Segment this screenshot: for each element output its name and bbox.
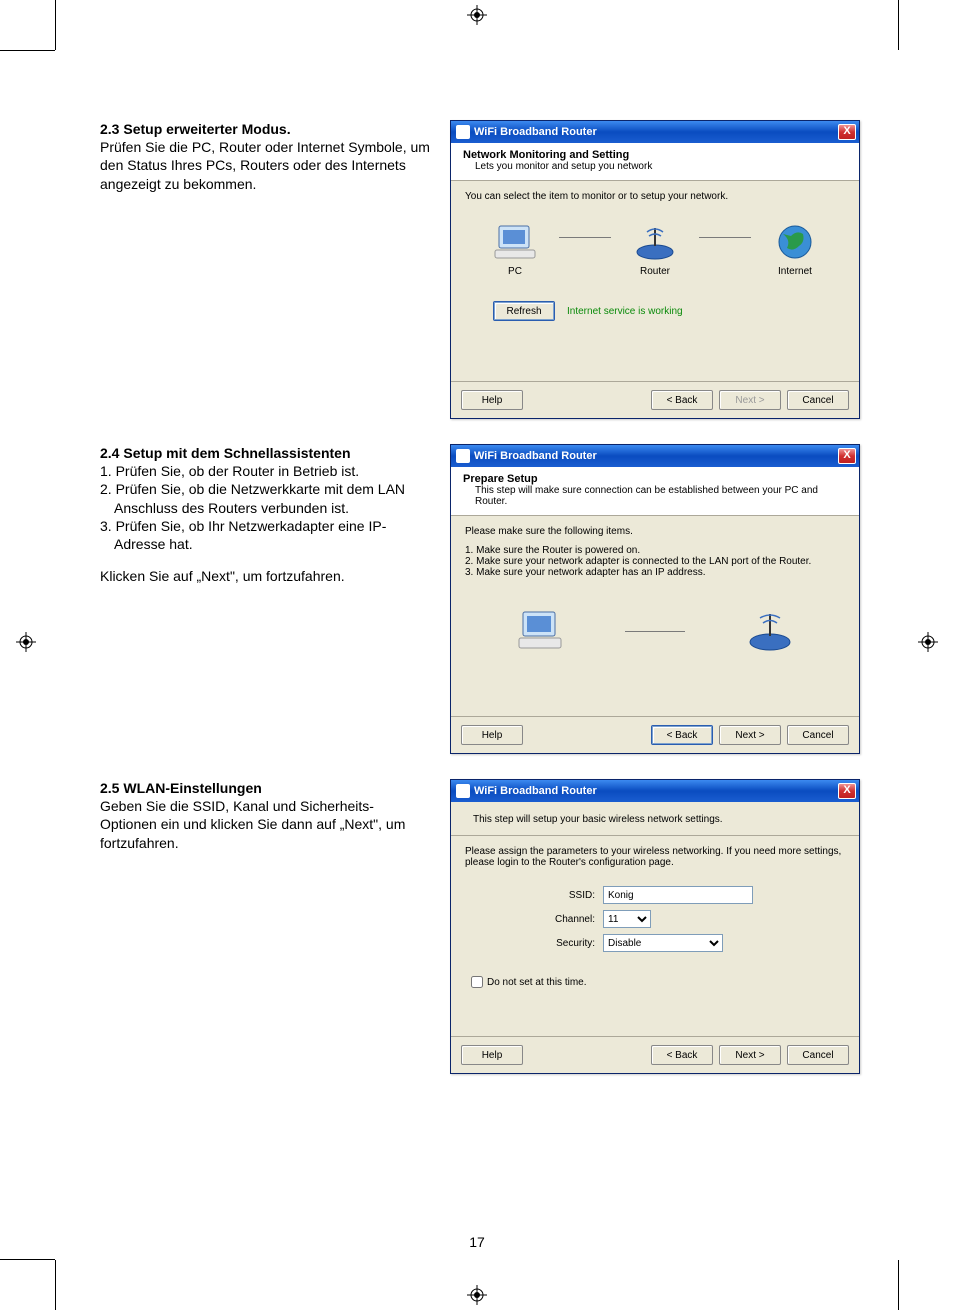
section-2-3-heading: 2.3 Setup erweiterter Modus. [100,120,430,138]
section-2-4-item2: 2. Prüfen Sie, ob die Netzwerkkarte mit … [100,480,430,516]
next-button[interactable]: Next > [719,390,781,410]
dialog-network-monitoring: WiFi Broadband Router X Network Monitori… [450,120,860,419]
section-2-5-text: Geben Sie die SSID, Kanal und Sicherheit… [100,797,430,852]
next-button[interactable]: Next > [719,725,781,745]
router-icon [745,608,795,654]
back-button[interactable]: < Back [651,390,713,410]
channel-label: Channel: [525,914,595,925]
crop-mark [55,1260,56,1310]
registration-mark-icon [16,632,36,652]
help-button[interactable]: Help [461,725,523,745]
dialog-prepare-setup: WiFi Broadband Router X Prepare Setup Th… [450,444,860,754]
ssid-label: SSID: [525,890,595,901]
instruction-text: You can select the item to monitor or to… [465,191,845,202]
back-button[interactable]: < Back [651,725,713,745]
router-icon-item[interactable]: Router [615,222,695,277]
cancel-button[interactable]: Cancel [787,725,849,745]
refresh-button[interactable]: Refresh [493,301,555,321]
prep-line-2: 2. Make sure your network adapter is con… [465,556,845,567]
security-label: Security: [525,938,595,949]
app-icon [456,449,470,463]
dialog-header-subtitle: This step will make sure connection can … [463,485,849,507]
skip-checkbox[interactable] [471,976,483,988]
crop-mark [0,1259,55,1260]
status-text: Internet service is working [567,306,683,317]
internet-label: Internet [755,266,835,277]
channel-select[interactable]: 11 [603,910,651,928]
dialog-wireless-settings: WiFi Broadband Router X This step will s… [450,779,860,1074]
close-button[interactable]: X [838,124,856,140]
help-button[interactable]: Help [461,390,523,410]
close-button[interactable]: X [838,783,856,799]
help-button[interactable]: Help [461,1045,523,1065]
internet-icon-item[interactable]: Internet [755,222,835,277]
connection-line [559,237,611,238]
app-icon [456,784,470,798]
security-select[interactable]: Disable [603,934,723,952]
section-2-5-heading: 2.5 WLAN-Einstellungen [100,779,430,797]
section-2-4-item3: 3. Prüfen Sie, ob Ihr Netzwerkadapter ei… [100,517,430,553]
titlebar: WiFi Broadband Router X [451,445,859,467]
ssid-input[interactable] [603,886,753,904]
connection-line [625,631,685,632]
skip-checkbox-label: Do not set at this time. [487,977,587,988]
section-2-3-text: Prüfen Sie die PC, Router oder Internet … [100,138,430,193]
back-button[interactable]: < Back [651,1045,713,1065]
dialog-header-title: Network Monitoring and Setting [463,149,849,161]
dialog-header-subtitle: This step will setup your basic wireless… [473,814,847,825]
crop-mark [0,50,55,51]
crop-mark [898,0,899,50]
pc-icon-item[interactable]: PC [475,222,555,277]
dialog-header-subtitle: Lets you monitor and setup you network [463,161,849,172]
crop-mark [55,0,56,50]
intro-text: Please make sure the following items. [465,526,845,537]
titlebar: WiFi Broadband Router X [451,121,859,143]
next-button[interactable]: Next > [719,1045,781,1065]
prep-line-1: 1. Make sure the Router is powered on. [465,545,845,556]
window-title: WiFi Broadband Router [474,450,838,462]
prep-line-3: 3. Make sure your network adapter has an… [465,567,845,578]
window-title: WiFi Broadband Router [474,126,838,138]
instruction-text: Please assign the parameters to your wir… [465,846,845,868]
section-2-4-footer: Klicken Sie auf „Next", um fortzufahren. [100,567,430,585]
registration-mark-icon [467,1285,487,1305]
registration-mark-icon [467,5,487,25]
cancel-button[interactable]: Cancel [787,390,849,410]
router-icon [633,222,677,262]
pc-label: PC [475,266,555,277]
section-2-4-item1: 1. Prüfen Sie, ob der Router in Betrieb … [100,462,430,480]
registration-mark-icon [918,632,938,652]
connection-line [699,237,751,238]
pc-icon [515,608,565,654]
section-2-4-heading: 2.4 Setup mit dem Schnellassistenten [100,444,430,462]
pc-icon [493,222,537,262]
page-number: 17 [0,1234,954,1250]
router-label: Router [615,266,695,277]
close-button[interactable]: X [838,448,856,464]
cancel-button[interactable]: Cancel [787,1045,849,1065]
globe-icon [773,222,817,262]
dialog-header-title: Prepare Setup [463,473,849,485]
crop-mark [898,1260,899,1310]
app-icon [456,125,470,139]
titlebar: WiFi Broadband Router X [451,780,859,802]
window-title: WiFi Broadband Router [474,785,838,797]
